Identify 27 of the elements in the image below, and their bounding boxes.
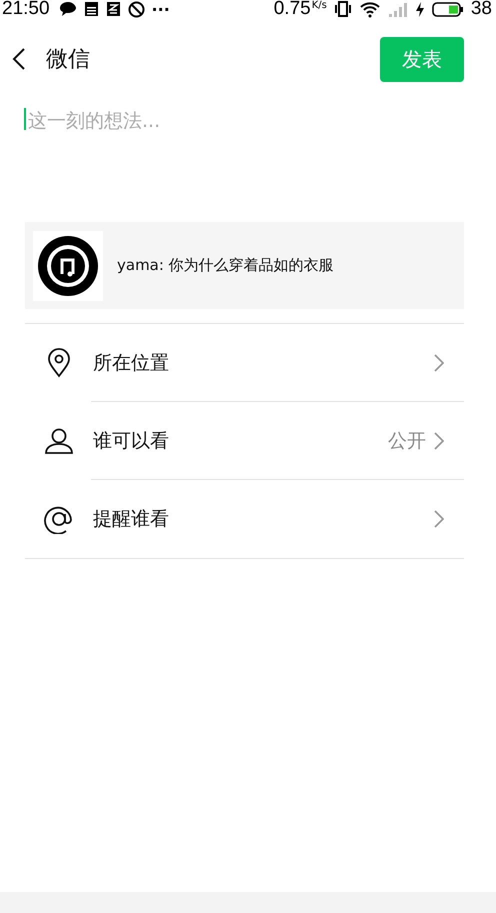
network-speed: 0.75	[274, 0, 311, 20]
option-label[interactable]: 所在位置	[93, 350, 169, 376]
back-icon[interactable]	[12, 47, 26, 71]
person-icon	[44, 428, 74, 454]
wifi-icon	[358, 0, 381, 18]
shared-link-text: yama: 你为什么穿着品如的衣服	[117, 256, 334, 275]
location-pin-icon	[47, 348, 71, 378]
status-time: 21:50	[2, 0, 50, 20]
charging-icon	[414, 0, 425, 18]
option-value: 公开	[388, 429, 426, 454]
page-title: 微信	[46, 46, 90, 74]
option-label[interactable]: 提醒谁看	[93, 506, 169, 532]
chevron-right-icon	[434, 510, 444, 528]
shared-link-card[interactable]: yama: 你为什么穿着品如的衣服	[25, 222, 464, 309]
speed-unit: K/s	[312, 0, 327, 11]
chevron-right-icon	[434, 432, 444, 450]
chat-bubble-icon	[58, 1, 77, 17]
chevron-right-icon	[434, 354, 444, 372]
vibrate-icon	[334, 1, 352, 17]
at-sign-icon	[44, 504, 74, 534]
more-notifications: ···	[152, 0, 170, 18]
battery-icon	[432, 0, 464, 18]
option-label[interactable]: 谁可以看	[93, 428, 169, 454]
blocked-icon	[128, 0, 145, 18]
battery-level: 38	[470, 0, 492, 20]
signal-icon	[388, 0, 408, 18]
music-logo-icon	[33, 230, 103, 300]
